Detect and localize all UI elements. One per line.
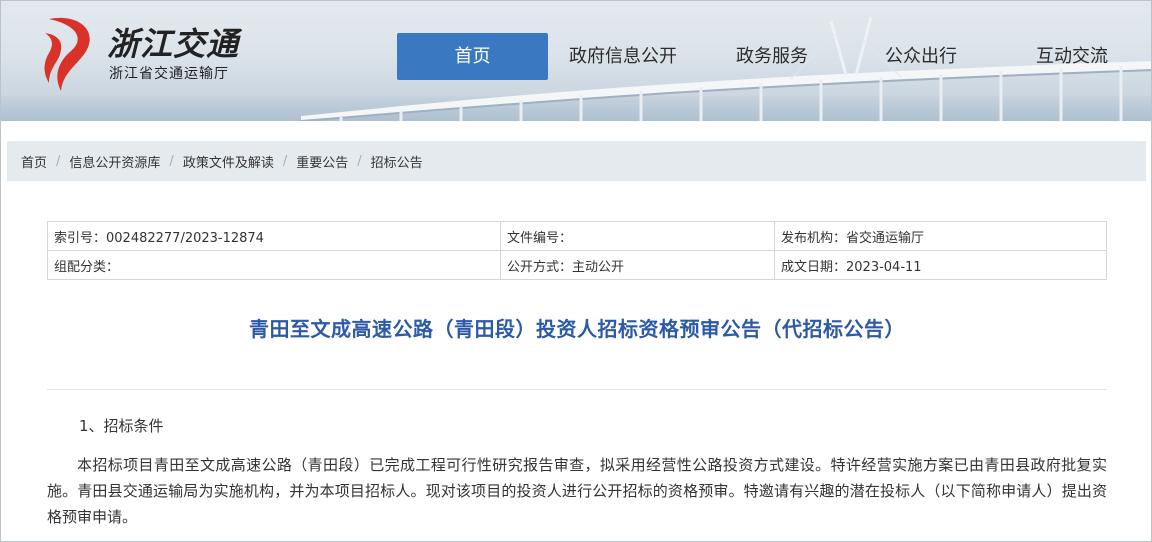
breadcrumb-announcements[interactable]: 重要公告 <box>296 152 348 171</box>
logo-wordmark: 浙江交通 <box>107 25 240 63</box>
meta-category: 组配分类： <box>47 250 501 280</box>
meta-publisher: 发布机构：省交通运输厅 <box>774 221 1107 251</box>
section-heading: 1、招标条件 <box>79 417 164 435</box>
breadcrumb-separator: / <box>169 153 174 169</box>
nav-interaction[interactable]: 互动交流 <box>996 33 1148 80</box>
meta-doc-no: 文件编号： <box>500 221 775 251</box>
breadcrumb-separator: / <box>357 153 362 169</box>
breadcrumb-separator: / <box>56 153 61 169</box>
org-name: 浙江省交通运输厅 <box>109 66 229 82</box>
meta-open-mode: 公开方式：主动公开 <box>500 250 775 280</box>
nav-public-travel[interactable]: 公众出行 <box>846 33 996 80</box>
breadcrumb-info-library[interactable]: 信息公开资源库 <box>69 152 160 171</box>
breadcrumb-separator: / <box>282 153 288 169</box>
nav-gov-services[interactable]: 政务服务 <box>698 33 846 80</box>
document-meta-table: 索引号：002482277/2023-12874 文件编号： 发布机构：省交通运… <box>47 221 1107 280</box>
breadcrumb-tender-notices[interactable]: 招标公告 <box>371 152 423 171</box>
nav-home[interactable]: 首页 <box>397 33 548 80</box>
breadcrumb: 首页 / 信息公开资源库 / 政策文件及解读 / 重要公告 / 招标公告 <box>7 141 1146 181</box>
main-nav: 首页 政府信息公开 政务服务 公众出行 互动交流 <box>397 33 1148 80</box>
meta-date: 成文日期：2023-04-11 <box>774 250 1107 280</box>
meta-index-no: 索引号：002482277/2023-12874 <box>47 221 501 251</box>
site-logo[interactable]: 浙江交通 浙江省交通运输厅 <box>41 13 251 93</box>
logo-mark-icon <box>44 17 90 91</box>
breadcrumb-policy-docs[interactable]: 政策文件及解读 <box>183 152 274 171</box>
title-divider <box>47 389 1107 390</box>
meta-row: 索引号：002482277/2023-12874 文件编号： 发布机构：省交通运… <box>47 221 1107 251</box>
site-header: 浙江交通 浙江省交通运输厅 首页 政府信息公开 政务服务 公众出行 互动交流 <box>1 1 1151 121</box>
article-paragraph: 本招标项目青田至文成高速公路（青田段）已完成工程可行性研究报告审查，拟采用经营性… <box>47 456 1107 526</box>
breadcrumb-home[interactable]: 首页 <box>21 152 47 171</box>
article-title: 青田至文成高速公路（青田段）投资人招标资格预审公告（代招标公告） <box>249 317 905 341</box>
page-frame: 浙江交通 浙江省交通运输厅 首页 政府信息公开 政务服务 公众出行 互动交流 首… <box>0 0 1152 542</box>
nav-gov-info[interactable]: 政府信息公开 <box>548 33 698 80</box>
meta-row: 组配分类： 公开方式：主动公开 成文日期：2023-04-11 <box>47 250 1107 280</box>
